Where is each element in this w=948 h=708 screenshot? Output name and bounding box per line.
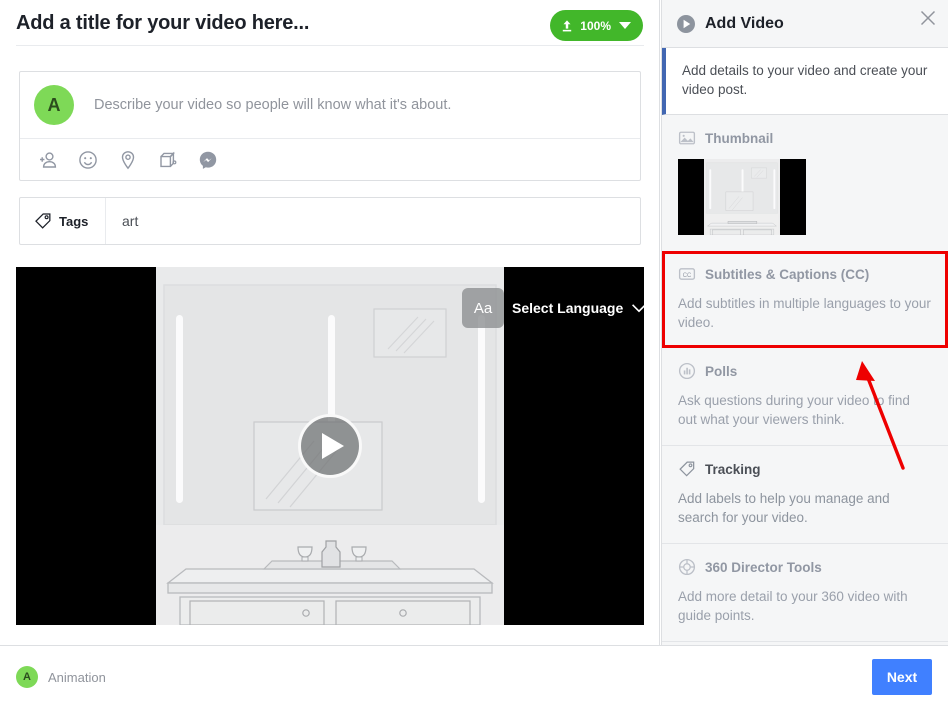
account-row: A Animation (16, 666, 106, 688)
tag-icon (679, 461, 695, 477)
tag-icon (35, 213, 51, 229)
section-description: Add subtitles in multiple languages to y… (678, 296, 931, 330)
section-title: Subtitles & Captions (CC) (705, 266, 870, 282)
description-input[interactable]: Describe your video so people will know … (94, 97, 451, 113)
avatar: A (34, 85, 74, 125)
chevron-down-icon (632, 304, 647, 313)
next-button[interactable]: Next (872, 659, 932, 695)
upload-arrow-icon (563, 19, 572, 31)
emoji-icon[interactable] (78, 150, 98, 170)
section-header: CC Subtitles & Captions (CC) (678, 265, 932, 283)
select-language-control[interactable]: Aa Select Language (462, 288, 647, 328)
description-composer: A Describe your video so people will kno… (19, 71, 641, 181)
description-row: A Describe your video so people will kno… (20, 72, 640, 138)
tags-input[interactable]: art (106, 198, 640, 244)
section-header: Polls (678, 362, 932, 380)
title-row: Add a title for your video here... 100% (0, 0, 659, 46)
tags-row: Tags art (19, 197, 641, 245)
section-header: Tracking (678, 460, 932, 478)
image-icon (678, 131, 696, 145)
panel-header: Add Video (662, 0, 948, 48)
add-video-dialog: Add a title for your video here... 100% … (0, 0, 948, 708)
avatar: A (16, 666, 38, 688)
room-illustration-small (705, 159, 779, 235)
section-title: Thumbnail (705, 130, 774, 146)
select-language-label: Select Language (512, 300, 624, 316)
tags-label-cell: Tags (20, 198, 106, 244)
dialog-footer: A Animation Next (0, 645, 948, 708)
offer-gift-icon[interactable] (158, 150, 178, 170)
play-button[interactable] (298, 414, 362, 478)
tags-label: Tags (59, 213, 89, 229)
close-icon[interactable] (918, 8, 938, 28)
panel-title: Add Video (705, 14, 784, 32)
location-pin-icon[interactable] (118, 150, 138, 170)
chevron-down-icon (619, 22, 631, 29)
thumbnail-preview[interactable] (678, 159, 806, 235)
thumbnail-scene (704, 159, 780, 235)
section-header: Thumbnail (678, 129, 932, 147)
account-name: Animation (48, 669, 106, 685)
globe-crosshair-icon (678, 558, 696, 576)
section-description: Add more detail to your 360 video with g… (678, 589, 908, 623)
messenger-icon[interactable] (198, 150, 218, 170)
section-title: Polls (705, 363, 738, 379)
section-description: Add labels to help you manage and search… (678, 491, 890, 525)
upload-progress-button[interactable]: 100% (550, 10, 643, 41)
section-title: 360 Director Tools (705, 559, 822, 575)
panel-section-director-tools[interactable]: 360 Director Tools Add more detail to yo… (662, 544, 948, 642)
panel-section-polls[interactable]: Polls Ask questions during your video to… (662, 348, 948, 446)
upload-percent-label: 100% (580, 18, 611, 33)
panel-section-subtitles[interactable]: CC Subtitles & Captions (CC) Add subtitl… (662, 251, 948, 348)
panel-section-thumbnail[interactable]: Thumbnail (662, 115, 948, 252)
svg-text:CC: CC (683, 273, 692, 279)
video-title-input[interactable]: Add a title for your video here... (16, 10, 309, 36)
composer-toolbar (20, 138, 640, 180)
video-details-column: Add a title for your video here... 100% … (0, 0, 660, 645)
poll-bars-icon (678, 362, 696, 380)
aa-icon: Aa (462, 288, 504, 328)
panel-intro-text: Add details to your video and create you… (662, 48, 948, 115)
section-header: 360 Director Tools (678, 558, 932, 576)
tag-person-icon[interactable] (38, 150, 58, 170)
add-video-panel: Add Video Add details to your video and … (661, 0, 948, 645)
play-circle-icon (677, 14, 695, 33)
cc-icon: CC (678, 268, 696, 280)
panel-section-tracking[interactable]: Tracking Add labels to help you manage a… (662, 446, 948, 544)
play-button-icon (321, 433, 344, 459)
section-title: Tracking (705, 461, 761, 477)
title-divider (16, 45, 644, 46)
section-description: Ask questions during your video to find … (678, 393, 910, 427)
